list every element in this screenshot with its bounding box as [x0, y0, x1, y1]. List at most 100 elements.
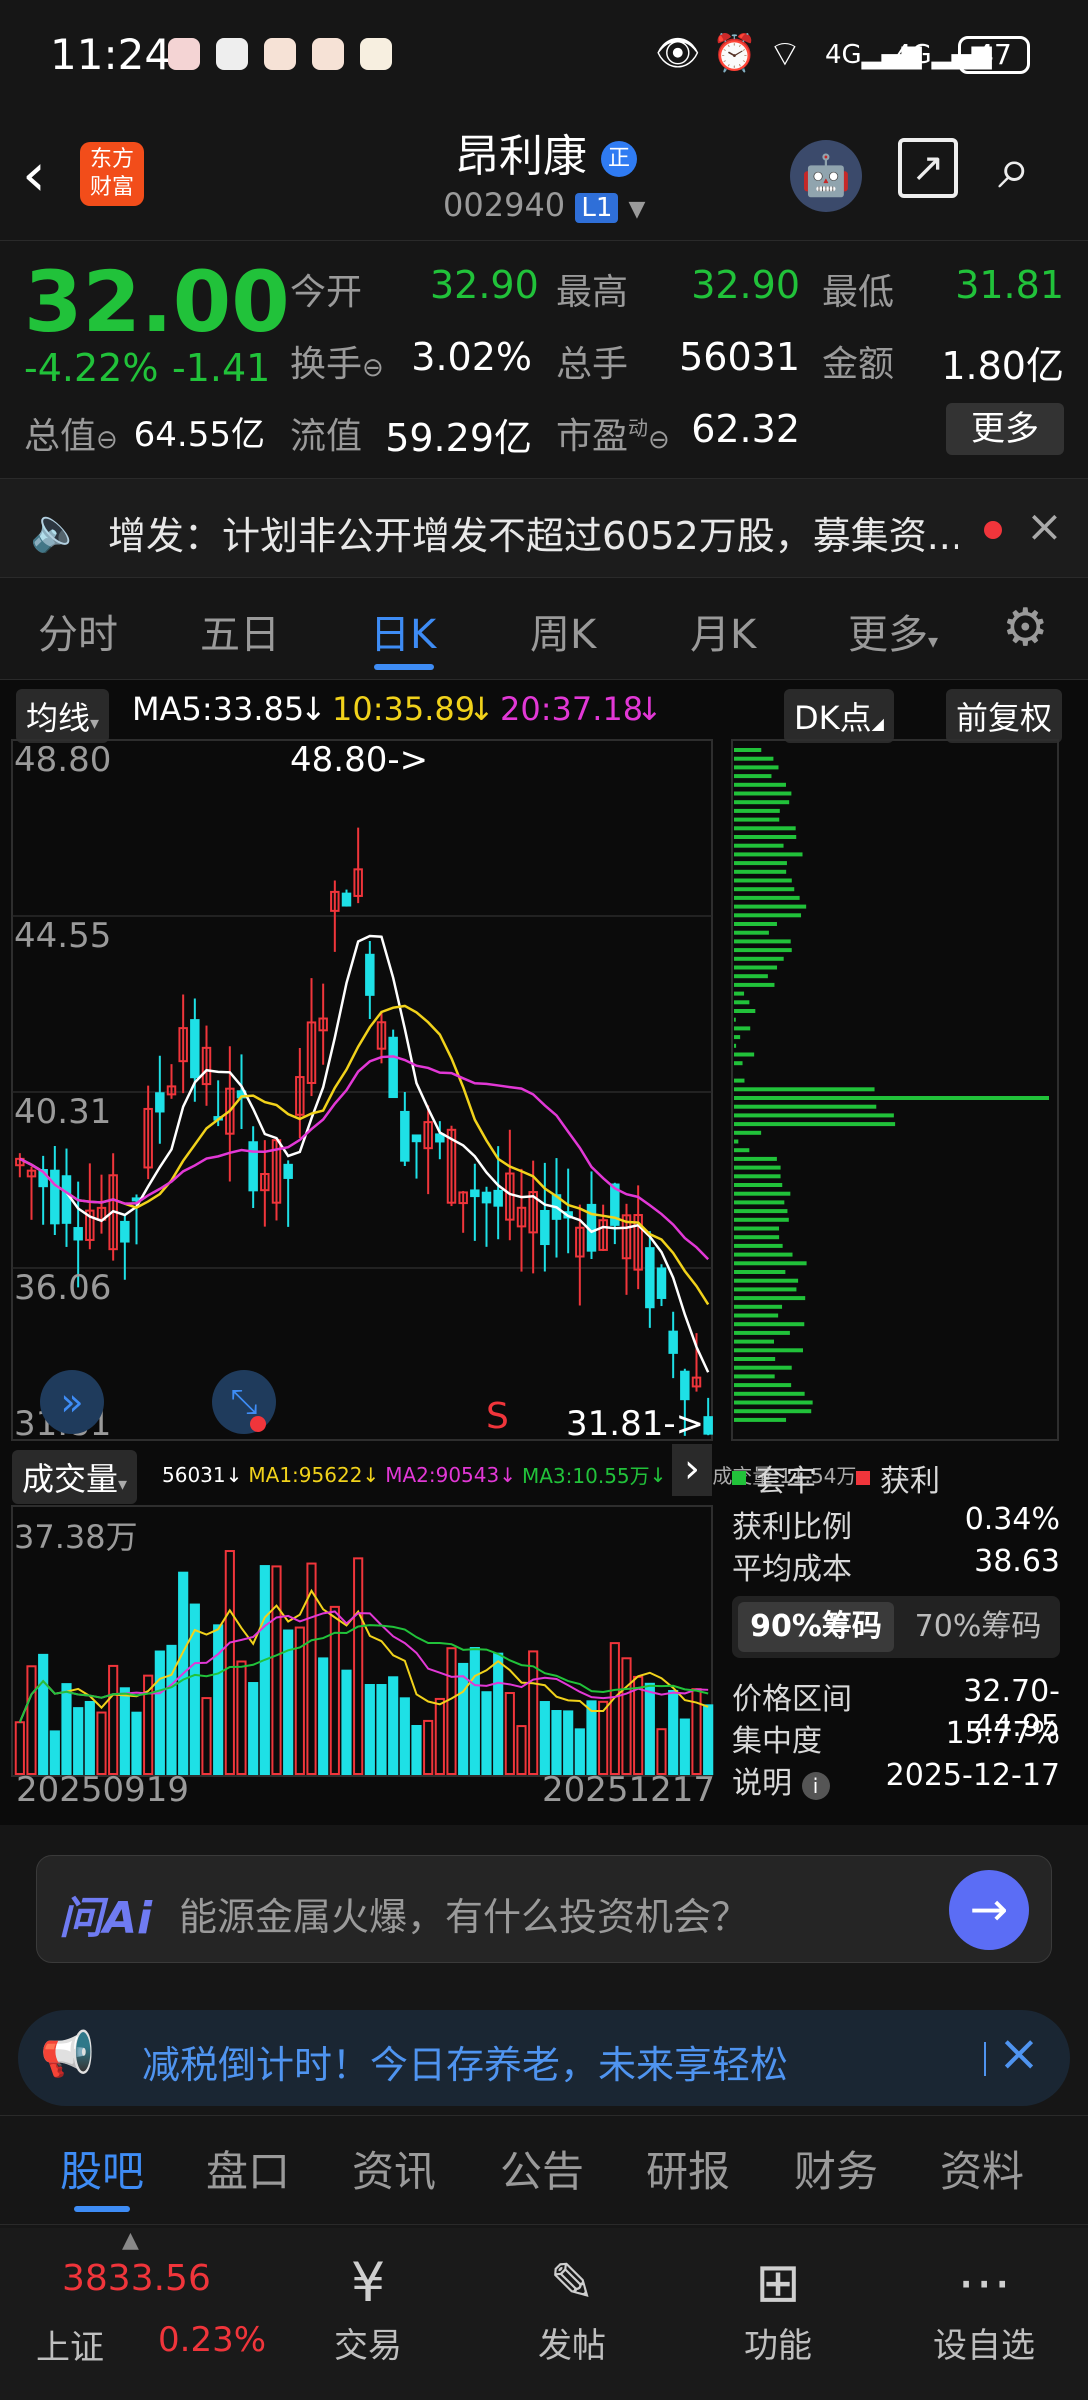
- volume-toggle-label: 成交量: [22, 1460, 119, 1498]
- candle-body: [388, 1036, 398, 1099]
- arrow-down-icon: ↓: [362, 1462, 380, 1487]
- ai-question-bar[interactable]: 问Ai 能源金属火爆，有什么投资机会？ →: [36, 1855, 1052, 1963]
- tab-research[interactable]: 研报: [646, 2138, 730, 2199]
- tab-chip-90[interactable]: 90%筹码: [738, 1602, 894, 1652]
- tab-news[interactable]: 资讯: [352, 2138, 436, 2199]
- promo-text[interactable]: 减税倒计时！今日存养老，未来享轻松: [142, 2034, 788, 2089]
- volume-bar: [633, 1675, 644, 1776]
- volume-bar: [376, 1684, 387, 1775]
- stock-code: 002940: [443, 186, 566, 224]
- date-start-label: 20250919: [16, 1770, 190, 1810]
- expand-left-icon[interactable]: »: [40, 1370, 104, 1434]
- chevron-right-icon[interactable]: ›: [672, 1444, 712, 1496]
- promo-banner[interactable]: 📢 减税倒计时！今日存养老，未来享轻松 ×: [18, 2010, 1070, 2106]
- candle-body: [341, 892, 352, 907]
- profit-ratio-label: 获利比例: [732, 1510, 852, 1545]
- volume-bar: [119, 1687, 130, 1775]
- chip-bar: [734, 1200, 785, 1205]
- chip-bar: [734, 1348, 803, 1353]
- back-icon[interactable]: ‹: [22, 140, 46, 210]
- pe-label: 市盈动⊖: [556, 407, 670, 459]
- volume-bar: [26, 1665, 37, 1775]
- volume-bar: [539, 1701, 550, 1775]
- chip-bar: [734, 791, 792, 796]
- candle-body: [493, 1189, 503, 1207]
- chip-bar: [734, 1261, 807, 1266]
- chip-bar: [734, 956, 784, 961]
- index-name[interactable]: 上证: [36, 2320, 104, 2369]
- nav-functions[interactable]: ⊞ 功能: [708, 2248, 848, 2367]
- amount-label: 金额: [822, 344, 895, 385]
- info-icon[interactable]: ⊖: [362, 353, 384, 383]
- note-label[interactable]: 说明 i: [732, 1758, 830, 1802]
- tab-profile[interactable]: 资料: [940, 2138, 1024, 2199]
- speaker-icon: 🔈: [30, 505, 83, 554]
- chip-bar: [734, 1087, 875, 1092]
- tab-more[interactable]: 更多▾: [848, 602, 938, 660]
- nav-watchlist[interactable]: ⋯ 设自选: [914, 2248, 1054, 2367]
- candlestick-chart[interactable]: [0, 738, 1088, 1828]
- profit-square-icon: [856, 1471, 870, 1485]
- tab-daily-k[interactable]: 日K: [370, 602, 436, 660]
- notification-icon: [216, 38, 248, 70]
- volume-toggle-button[interactable]: 成交量▾: [12, 1450, 138, 1504]
- ma3-legend: MA3:10.55万: [521, 1464, 650, 1488]
- arrow-right-icon[interactable]: →: [949, 1870, 1029, 1950]
- note-label-text: 说明: [732, 1766, 792, 1801]
- volume-bar: [84, 1700, 95, 1776]
- avg-cost-label: 平均成本: [732, 1552, 852, 1587]
- search-icon[interactable]: ⌕: [998, 134, 1030, 203]
- chevron-down-icon[interactable]: ▼: [629, 197, 646, 222]
- index-value[interactable]: 3833.56: [62, 2258, 211, 2299]
- tab-five-day[interactable]: 五日: [200, 602, 280, 660]
- ai-input-placeholder[interactable]: 能源金属火爆，有什么投资机会？: [179, 1886, 749, 1941]
- status-bar: 11:24 👁 ⏰ ⌔ 4G▂▄▆ 4G▂▄▆ 47: [0, 0, 1088, 110]
- tab-guba[interactable]: 股吧: [60, 2138, 144, 2199]
- chip-bar: [734, 1296, 806, 1301]
- caret-down-icon: ▾: [928, 629, 939, 653]
- volume-bar: [61, 1683, 72, 1776]
- tab-announcements[interactable]: 公告: [500, 2138, 584, 2199]
- adjust-button[interactable]: 前复权: [946, 689, 1063, 743]
- close-icon[interactable]: ×: [1026, 501, 1063, 552]
- robot-assistant-icon[interactable]: 🤖: [790, 140, 862, 212]
- news-text[interactable]: 增发：计划非公开增发不超过6052万股，募集资...: [108, 505, 958, 560]
- chip-bar: [734, 1165, 781, 1170]
- tab-financials[interactable]: 财务: [794, 2138, 878, 2199]
- chip-bar: [734, 1287, 797, 1292]
- date-end-label: 20251217: [542, 1770, 716, 1810]
- candle-body: [656, 1267, 667, 1299]
- chevron-up-icon[interactable]: ▲: [122, 2228, 139, 2253]
- nav-post[interactable]: ✎ 发帖: [502, 2248, 642, 2367]
- volume-bar: [621, 1657, 632, 1775]
- tab-chip-70[interactable]: 70%筹码: [900, 1602, 1056, 1652]
- dk-point-button[interactable]: DK点◢: [784, 689, 894, 743]
- ma-toggle-button[interactable]: 均线▾: [16, 689, 110, 743]
- app-logo[interactable]: 东方 财富: [80, 142, 144, 206]
- gear-icon[interactable]: ⚙: [1002, 598, 1049, 658]
- tab-weekly-k[interactable]: 周K: [530, 602, 596, 660]
- tab-order-book[interactable]: 盘口: [206, 2138, 290, 2199]
- info-icon[interactable]: ⊖: [96, 425, 118, 455]
- tab-monthly-k[interactable]: 月K: [690, 602, 756, 660]
- volume-bar: [551, 1710, 562, 1775]
- caret-down-icon: ▾: [90, 713, 100, 734]
- y-axis-label: 40.31: [14, 1092, 112, 1132]
- news-ticker[interactable]: 🔈 增发：计划非公开增发不超过6052万股，募集资... ×: [0, 478, 1088, 578]
- info-icon[interactable]: ⊖: [648, 425, 670, 455]
- notification-icon: [168, 38, 200, 70]
- more-button[interactable]: 更多: [946, 403, 1064, 455]
- chip-bar: [734, 1156, 777, 1161]
- fullscreen-icon[interactable]: ⤡: [212, 1370, 276, 1434]
- tab-intraday[interactable]: 分时: [38, 602, 118, 660]
- level-badge: L1: [575, 193, 619, 223]
- candle-body: [73, 1227, 83, 1241]
- candle-body: [400, 1110, 410, 1162]
- chip-bar: [734, 922, 777, 926]
- close-icon[interactable]: ×: [998, 2024, 1040, 2082]
- low-marker: 31.81->: [566, 1404, 705, 1444]
- nav-trade[interactable]: ¥ 交易: [298, 2248, 438, 2367]
- share-icon[interactable]: ↗: [898, 138, 958, 198]
- quote-panel: 32.00 -4.22% -1.41 今开 32.90 最高 32.90 最低 …: [0, 240, 1088, 475]
- chip-bar: [734, 765, 779, 770]
